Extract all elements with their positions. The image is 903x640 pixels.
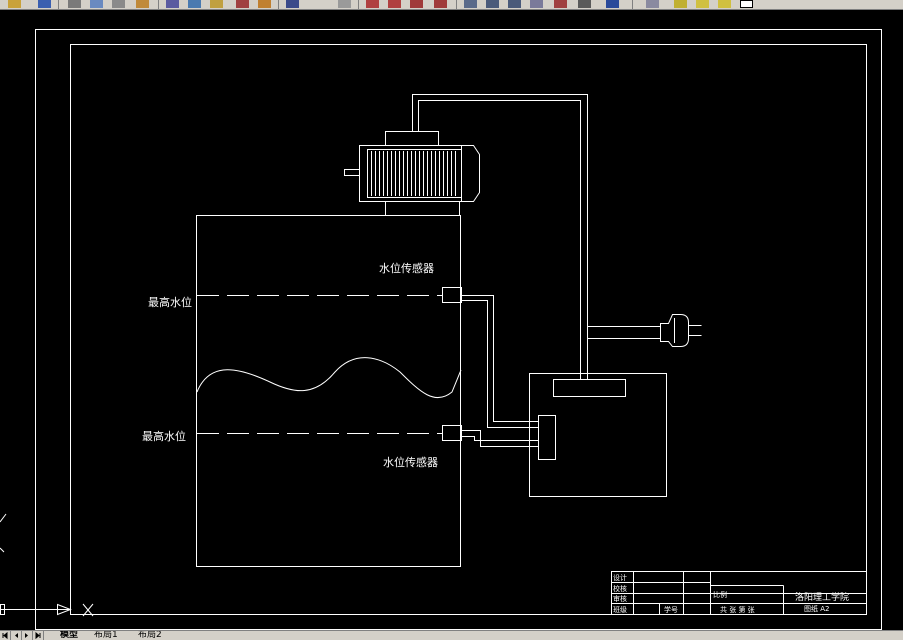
- toolbar-properties-icon[interactable]: [464, 0, 477, 8]
- toolbar-publish-icon[interactable]: [112, 0, 125, 8]
- toolbar-layer-freeze-icon[interactable]: [696, 0, 709, 8]
- title-block-check: 校核: [613, 584, 627, 593]
- toolbar-undo-icon[interactable]: [286, 0, 299, 8]
- title-block-scale-label: 比例: [713, 590, 727, 599]
- toolbar-preview-icon[interactable]: [90, 0, 103, 8]
- toolbar-zoom-realtime-icon[interactable]: [388, 0, 401, 8]
- controller-terminal-left: [538, 415, 556, 460]
- controller-box: [529, 373, 667, 497]
- toolbar-print-icon[interactable]: [68, 0, 81, 8]
- title-block-number: 学号: [664, 605, 678, 614]
- toolbar-redo-icon[interactable]: [338, 0, 351, 8]
- toolbar-markup-icon[interactable]: [554, 0, 567, 8]
- high-level-label: 最高水位: [148, 295, 192, 309]
- toolbar-plot-icon[interactable]: [136, 0, 149, 8]
- toolbar-zoom-previous-icon[interactable]: [434, 0, 447, 8]
- toolbar-toolpalettes-icon[interactable]: [508, 0, 521, 8]
- title-block-design: 设计: [613, 573, 627, 582]
- toolbar-layer-state-icon[interactable]: [674, 0, 687, 8]
- bottom-sensor-wire: [461, 430, 539, 447]
- toolbar-match-icon[interactable]: [236, 0, 249, 8]
- title-block-school: 洛阳理工学院: [795, 591, 849, 603]
- title-block-paper: 图纸 A2: [804, 604, 829, 613]
- bottom-level-sensor: [442, 425, 462, 441]
- power-plug: [660, 314, 702, 347]
- toolbar-block-icon[interactable]: [258, 0, 271, 8]
- toolbar-layer-manager-icon[interactable]: [646, 0, 659, 8]
- toolbar-calc-icon[interactable]: [578, 0, 591, 8]
- ucs-icon: [0, 513, 94, 617]
- toolbar-save-icon[interactable]: [38, 0, 51, 8]
- toolbar-pan-icon[interactable]: [366, 0, 379, 8]
- water-surface: [196, 357, 462, 398]
- low-level-label: 最高水位: [142, 429, 186, 443]
- drawing-canvas[interactable]: 水位传感器 最高水位 最高水位 水位传感器 设计 校核 审核 班级 学号 比例 …: [0, 9, 903, 630]
- toolbar-help-icon[interactable]: [606, 0, 619, 8]
- top-sensor-label: 水位传感器: [379, 261, 434, 275]
- drawing-frame: [70, 44, 867, 615]
- title-block-sheets: 共 张 第 张: [720, 605, 755, 614]
- motor: [344, 131, 480, 216]
- title-block-review: 审核: [613, 594, 627, 603]
- top-sensor-wire: [461, 295, 539, 422]
- toolbar-paste-icon[interactable]: [210, 0, 223, 8]
- bottom-sensor-label: 水位传感器: [383, 455, 438, 469]
- toolbar-copy-icon[interactable]: [188, 0, 201, 8]
- toolbar-layer-lock-icon[interactable]: [718, 0, 731, 8]
- toolbar-designcenter-icon[interactable]: [486, 0, 499, 8]
- title-block-class: 班级: [613, 605, 627, 614]
- toolbar-sheetset-icon[interactable]: [530, 0, 543, 8]
- power-cable: [587, 338, 661, 374]
- paper-border: [35, 29, 882, 630]
- toolbar-zoom-window-icon[interactable]: [410, 0, 423, 8]
- toolbar-layer-color-icon[interactable]: [740, 0, 753, 8]
- top-level-sensor: [442, 287, 462, 303]
- controller-terminal-top: [553, 379, 626, 397]
- toolbar-open-icon[interactable]: [8, 0, 21, 8]
- toolbar-cut-icon[interactable]: [166, 0, 179, 8]
